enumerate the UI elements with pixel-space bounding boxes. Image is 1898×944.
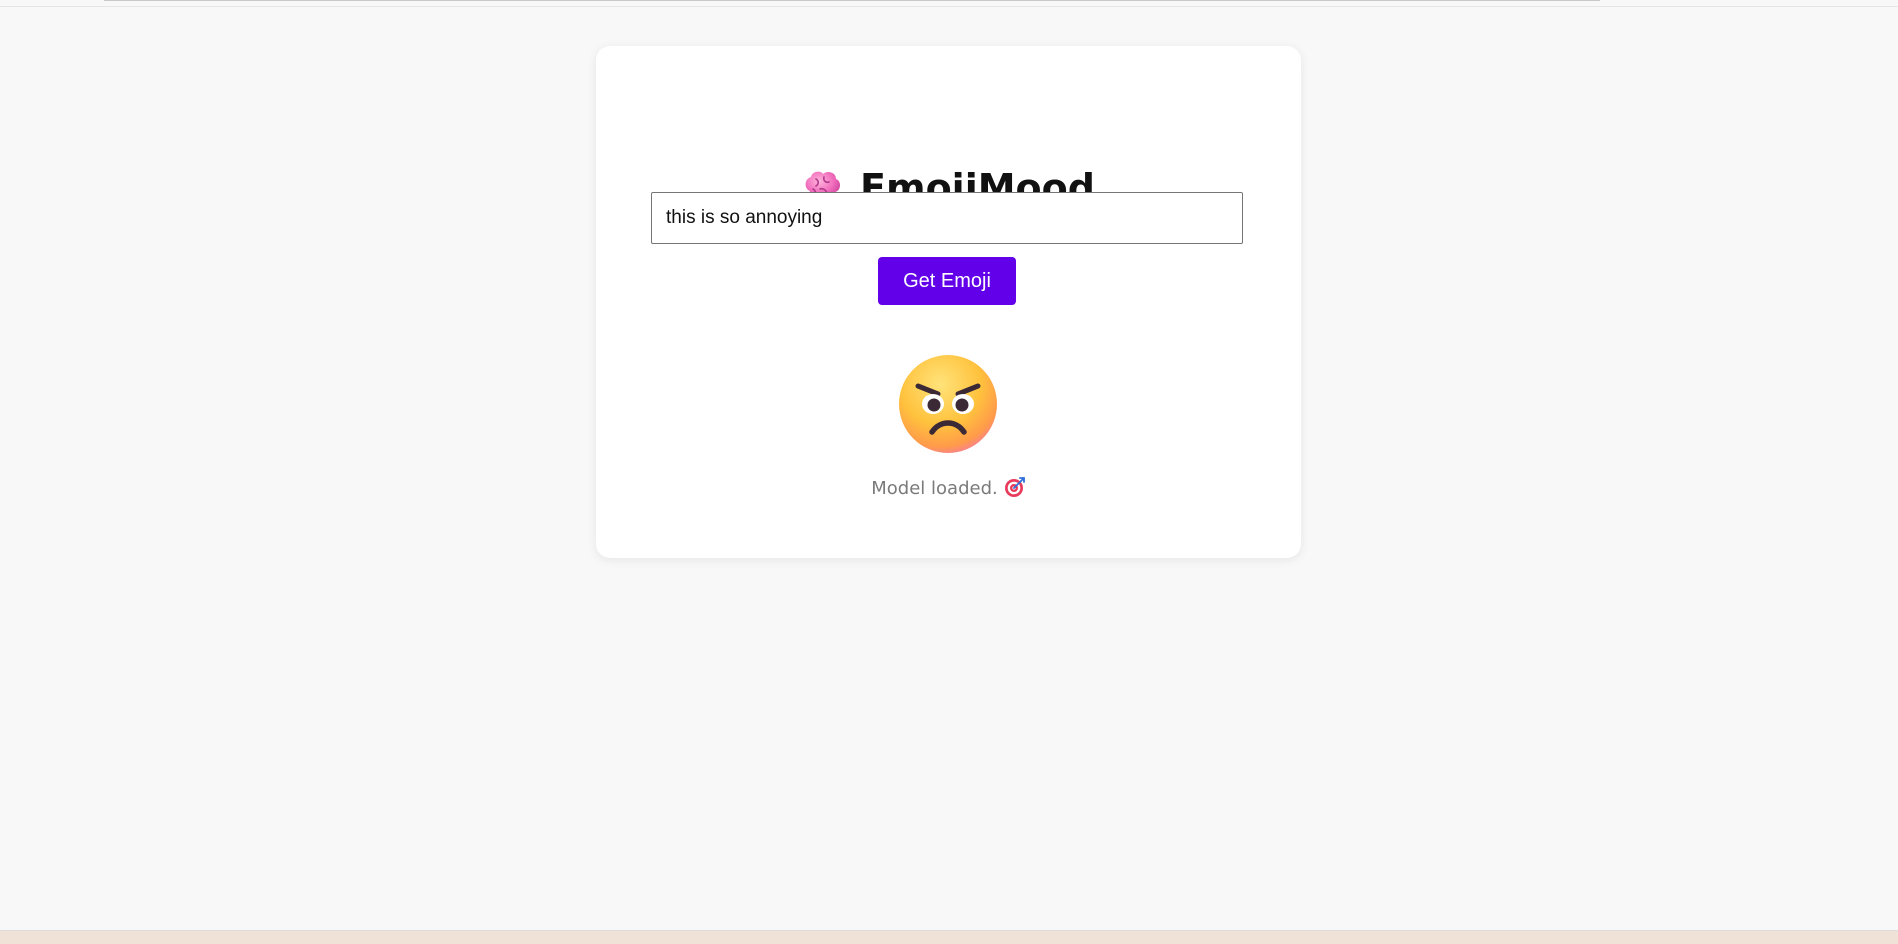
status-message: Model loaded.: [596, 476, 1301, 499]
angry-face-icon: [896, 352, 1000, 456]
browser-top-edge: [0, 0, 1898, 7]
main-card: EmojiMood Get Emoji Model loaded.: [596, 46, 1301, 558]
taskbar-edge: [0, 930, 1898, 944]
top-border-line: [104, 0, 1600, 1]
target-icon: [1004, 476, 1026, 498]
get-emoji-button[interactable]: Get Emoji: [878, 257, 1016, 305]
status-text: Model loaded.: [871, 478, 998, 499]
mood-text-input[interactable]: [651, 192, 1243, 244]
